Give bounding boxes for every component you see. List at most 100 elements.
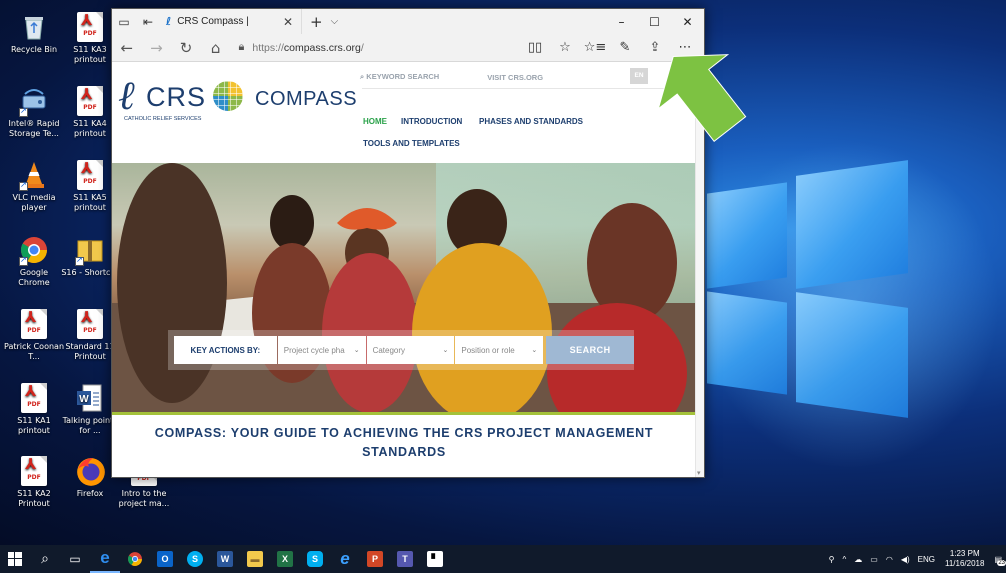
windows-logo-pane-tr xyxy=(796,160,908,289)
desktop-icon-s11-ka2[interactable]: ⅄ PDF S11 KA2 Printout xyxy=(4,456,64,509)
reading-view-icon[interactable]: ▯▯ xyxy=(520,40,550,55)
browser-titlebar: ▭ ⇤ ℓ CRS Compass | ✕ + ⌵ – ☐ ✕ xyxy=(112,9,704,34)
taskbar-chrome-icon[interactable] xyxy=(120,545,150,573)
desktop-icon-patrick-coonan[interactable]: ⅄ PDF Patrick Coonan T... xyxy=(4,309,64,362)
chevron-down-icon: ⌄ xyxy=(442,347,449,354)
desktop-icon-google-chrome[interactable]: Google Chrome xyxy=(4,235,64,288)
maximize-icon[interactable]: ☐ xyxy=(638,9,671,34)
position-role-select[interactable]: Position or role ⌄ xyxy=(455,336,544,364)
pdf-file-icon: ⅄ PDF xyxy=(77,86,103,116)
hero-photo: KEY ACTIONS BY: Project cycle pha ⌄ Cate… xyxy=(112,163,696,412)
crs-swirl-icon: ℓ xyxy=(118,73,135,119)
icon-label: Intro to the project ma... xyxy=(118,489,170,508)
folder-zip-icon xyxy=(75,235,105,266)
desktop-icon-recycle-bin[interactable]: Recycle Bin xyxy=(4,12,64,55)
search-icon[interactable]: ⌕ xyxy=(30,545,60,573)
home-icon[interactable]: ⌂ xyxy=(201,39,231,57)
desktop-icon-intel-rapid[interactable]: Intel® Rapid Storage Te... xyxy=(4,86,64,139)
clock-date: 11/16/2018 xyxy=(944,559,985,568)
firefox-icon xyxy=(75,456,105,486)
tab-dropdown-icon[interactable]: ⌵ xyxy=(331,16,339,27)
taskbar-file-explorer-icon[interactable]: ▬ xyxy=(240,545,270,573)
chrome-icon xyxy=(19,235,49,266)
project-cycle-select[interactable]: Project cycle pha ⌄ xyxy=(277,336,366,364)
language-badge[interactable]: EN xyxy=(630,68,648,84)
nav-home[interactable]: HOME xyxy=(363,117,387,126)
taskbar-skype-icon[interactable]: S xyxy=(180,545,210,573)
action-center-icon[interactable]: ▤ 23 xyxy=(994,555,1006,566)
minimize-icon[interactable]: – xyxy=(605,9,638,34)
tab-crs-compass[interactable]: ℓ CRS Compass | ✕ xyxy=(160,9,302,34)
icon-label: Intel® Rapid Storage Te... xyxy=(8,119,60,138)
start-windows-icon[interactable] xyxy=(0,545,30,573)
taskbar-clock[interactable]: 1:23 PM 11/16/2018 xyxy=(945,549,984,569)
desktop-icon-intro-project[interactable]: PDF Intro to the project ma... xyxy=(114,474,174,509)
nav-tools-templates[interactable]: TOOLS AND TEMPLATES xyxy=(363,139,460,148)
word-document-icon: W xyxy=(75,383,105,413)
search-button[interactable]: SEARCH xyxy=(546,336,634,364)
taskbar-word-icon[interactable]: W xyxy=(210,545,240,573)
chevron-down-icon: ⌄ xyxy=(353,347,360,354)
header-divider xyxy=(362,88,692,89)
tabs-aside-icon[interactable]: ⇤ xyxy=(136,9,160,34)
taskbar-excel-icon[interactable]: X xyxy=(270,545,300,573)
task-view-icon[interactable]: ▭ xyxy=(60,545,90,573)
pdf-file-icon: ⅄ PDF xyxy=(77,309,103,339)
crs-favicon-icon: ℓ xyxy=(166,15,172,28)
pdf-file-icon: ⅄ PDF xyxy=(21,309,47,339)
crs-logo-subtext: CATHOLIC RELIEF SERVICES xyxy=(124,116,202,122)
scroll-down-icon[interactable]: ▾ xyxy=(697,469,701,477)
windows-taskbar: ⌕ ▭ e O S W ▬ X S e P T ▘ ⚲ ^ ☁ ▭ ◠ ◀) E… xyxy=(0,545,1006,573)
favorites-hub-icon[interactable]: ☆≡ xyxy=(580,40,610,55)
wifi-icon[interactable]: ◠ xyxy=(886,555,893,564)
green-arrow-annotation-icon xyxy=(657,54,747,143)
onedrive-cloud-icon[interactable]: ☁ xyxy=(854,555,862,564)
tab-close-icon[interactable]: ✕ xyxy=(275,15,301,29)
select-value: Category xyxy=(372,345,406,355)
battery-icon[interactable]: ▭ xyxy=(870,555,878,564)
forward-icon[interactable]: → xyxy=(142,39,172,57)
show-hidden-icons-chevron-icon[interactable]: ^ xyxy=(843,555,847,564)
taskbar-edge-icon[interactable]: e xyxy=(90,545,120,573)
category-select[interactable]: Category ⌄ xyxy=(366,336,455,364)
input-language[interactable]: ENG xyxy=(918,555,935,564)
taskbar-powerpoint-icon[interactable]: P xyxy=(360,545,390,573)
taskbar-teams-icon[interactable]: T xyxy=(390,545,420,573)
compass-wordmark: COMPASS xyxy=(255,88,358,110)
tagline-line-2: STANDARDS xyxy=(362,445,446,459)
hero-people-illustration xyxy=(112,163,696,412)
nav-phases-standards[interactable]: PHASES AND STANDARDS xyxy=(479,117,583,126)
key-actions-label: KEY ACTIONS BY: xyxy=(174,336,277,364)
windows-logo-pane-tl xyxy=(707,182,787,289)
taskbar-skype-business-icon[interactable]: S xyxy=(300,545,330,573)
desktop-icon-s11-ka1[interactable]: ⅄ PDF S11 KA1 printout xyxy=(4,383,64,436)
keyword-search-link[interactable]: ⌕ KEYWORD SEARCH xyxy=(360,72,439,82)
taskbar-app-icon[interactable]: ▘ xyxy=(420,545,450,573)
volume-icon[interactable]: ◀) xyxy=(901,555,910,564)
visit-crs-link[interactable]: VISIT CRS.ORG xyxy=(487,73,543,82)
window-controls: – ☐ ✕ xyxy=(605,9,704,34)
refresh-icon[interactable]: ↻ xyxy=(171,39,201,57)
address-bar[interactable]: 🔒︎ https://compass.crs.org/ xyxy=(239,38,520,58)
desktop-icon-vlc[interactable]: VLC media player xyxy=(4,160,64,213)
web-note-icon[interactable]: ✎ xyxy=(610,40,640,55)
close-window-icon[interactable]: ✕ xyxy=(671,9,704,34)
new-tab-button[interactable]: + xyxy=(302,13,331,31)
icon-label: S11 KA2 Printout xyxy=(17,489,51,508)
svg-text:W: W xyxy=(79,394,89,405)
nav-introduction[interactable]: INTRODUCTION xyxy=(401,117,462,126)
pdf-file-icon: ⅄ PDF xyxy=(21,456,47,486)
tab-preview-icon[interactable]: ▭ xyxy=(112,9,136,34)
back-icon[interactable]: ← xyxy=(112,39,142,57)
icon-label: Patrick Coonan T... xyxy=(4,342,65,361)
favorite-star-icon[interactable]: ☆ xyxy=(550,40,580,55)
accent-bar xyxy=(112,412,696,415)
header-utility-links: ⌕ KEYWORD SEARCH VISIT CRS.ORG EN xyxy=(360,68,648,84)
taskbar-ie-icon[interactable]: e xyxy=(330,545,360,573)
pdf-file-icon: ⅄ PDF xyxy=(21,383,47,413)
tagline-line-1: COMPASS: YOUR GUIDE TO ACHIEVING THE CRS… xyxy=(154,426,654,440)
taskbar-outlook-icon[interactable]: O xyxy=(150,545,180,573)
vlc-cone-icon xyxy=(19,160,49,191)
people-icon[interactable]: ⚲ xyxy=(829,555,835,564)
recycle-bin-icon xyxy=(19,12,49,42)
